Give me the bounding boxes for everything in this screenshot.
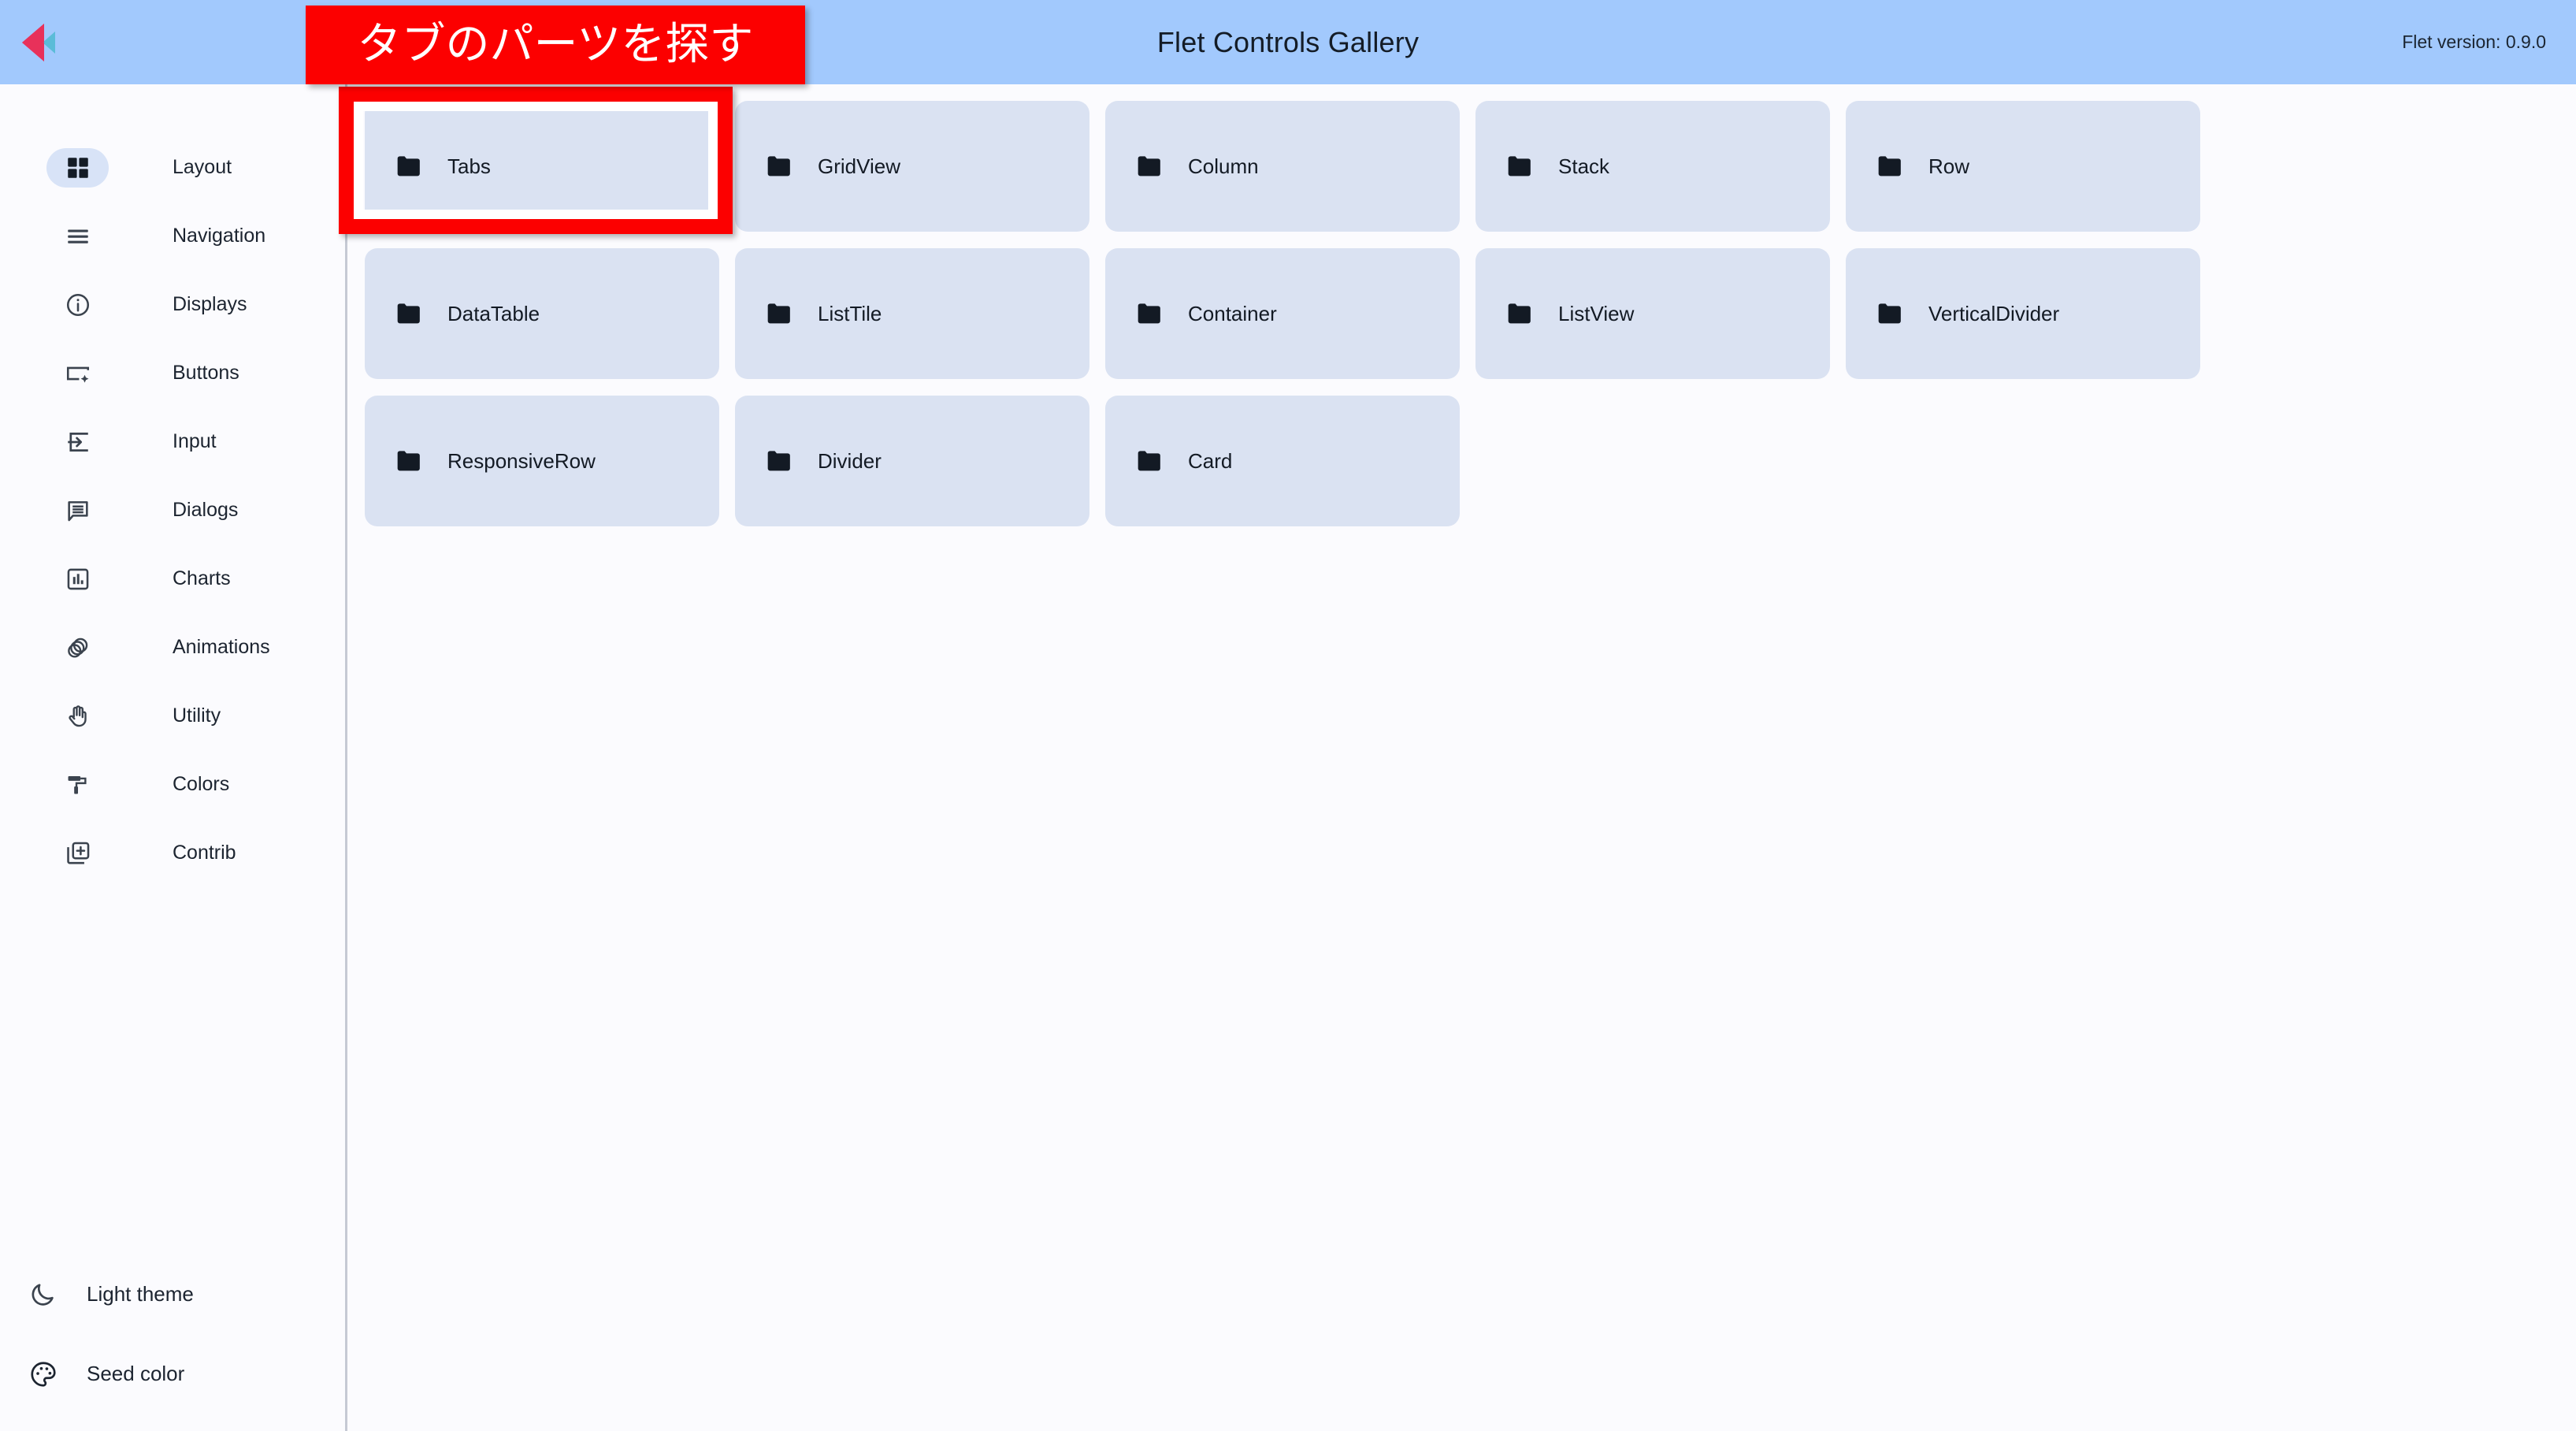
sidebar-item-input[interactable]: Input (0, 407, 345, 476)
sidebar-item-colors[interactable]: Colors (0, 750, 345, 819)
control-card-datatable[interactable]: DataTable (365, 248, 719, 379)
folder-icon (393, 298, 425, 329)
control-card-listview[interactable]: ListView (1475, 248, 1830, 379)
folder-icon (763, 298, 795, 329)
control-card-card[interactable]: Card (1105, 396, 1460, 526)
folder-icon (1134, 151, 1165, 182)
theme-toggle-button[interactable]: Light theme (0, 1254, 345, 1334)
controls-grid: Tabs GridView Column Stack Row DataTable… (365, 101, 2559, 526)
chat-bubble-icon (46, 491, 109, 530)
sidebar-item-dialogs[interactable]: Dialogs (0, 476, 345, 545)
folder-icon (1874, 151, 1906, 182)
seed-color-label: Seed color (87, 1362, 185, 1385)
control-card-divider[interactable]: Divider (735, 396, 1089, 526)
sidebar-item-label: Animations (173, 636, 270, 658)
animation-icon (46, 628, 109, 667)
sidebar-item-label: Contrib (173, 842, 236, 864)
annotation-label: タブのパーツを探す (306, 6, 805, 84)
control-card-column[interactable]: Column (1105, 101, 1460, 232)
info-circle-icon (46, 285, 109, 325)
control-card-label: VerticalDivider (1928, 301, 2060, 325)
sidebar-item-label: Layout (173, 156, 232, 178)
sidebar-item-charts[interactable]: Charts (0, 545, 345, 613)
sidebar: Layout Navigation Displays Buttons Input… (0, 84, 347, 1431)
folder-icon (763, 151, 795, 182)
input-icon (46, 422, 109, 462)
control-card-listtile[interactable]: ListTile (735, 248, 1089, 379)
control-card-row[interactable]: Row (1846, 101, 2200, 232)
pan-tool-icon (46, 697, 109, 736)
sidebar-item-label: Buttons (173, 362, 239, 384)
theme-toggle-label: Light theme (87, 1282, 194, 1306)
folder-icon (1504, 298, 1535, 329)
control-card-label: Card (1188, 448, 1233, 473)
sidebar-item-utility[interactable]: Utility (0, 682, 345, 750)
control-card-verticaldivider[interactable]: VerticalDivider (1846, 248, 2200, 379)
folder-icon (1134, 445, 1165, 477)
sidebar-item-contrib[interactable]: Contrib (0, 819, 345, 887)
palette-icon (24, 1355, 63, 1394)
sidebar-item-label: Input (173, 430, 217, 452)
control-card-label: GridView (818, 154, 901, 178)
grid-view-icon (46, 147, 109, 188)
sidebar-item-label: Navigation (173, 225, 266, 247)
sidebar-item-displays[interactable]: Displays (0, 270, 345, 339)
sidebar-item-animations[interactable]: Animations (0, 613, 345, 682)
control-card-label: ListView (1558, 301, 1635, 325)
sidebar-item-label: Colors (173, 773, 230, 795)
folder-icon (1504, 151, 1535, 182)
folder-icon (1874, 298, 1906, 329)
sidebar-item-layout[interactable]: Layout (0, 133, 345, 202)
moon-icon (24, 1275, 63, 1314)
control-card-label: Stack (1558, 154, 1610, 178)
control-card-tabs[interactable]: Tabs (365, 101, 719, 232)
main-content: Tabs GridView Column Stack Row DataTable… (347, 84, 2576, 1431)
control-card-label: ListTile (818, 301, 882, 325)
control-card-gridview[interactable]: GridView (735, 101, 1089, 232)
folder-icon (393, 151, 425, 182)
control-card-label: Tabs (447, 154, 491, 178)
control-card-label: Container (1188, 301, 1277, 325)
control-card-label: ResponsiveRow (447, 448, 596, 473)
sidebar-item-navigation[interactable]: Navigation (0, 202, 345, 270)
sidebar-item-buttons[interactable]: Buttons (0, 339, 345, 407)
sidebar-item-label: Charts (173, 567, 231, 589)
folder-icon (393, 445, 425, 477)
control-card-responsiverow[interactable]: ResponsiveRow (365, 396, 719, 526)
folder-icon (763, 445, 795, 477)
smart-button-icon (46, 354, 109, 393)
control-card-label: Divider (818, 448, 882, 473)
annotation-label-text: タブのパーツを探す (357, 19, 754, 70)
control-card-label: DataTable (447, 301, 540, 325)
folder-icon (1134, 298, 1165, 329)
version-label: Flet version: 0.9.0 (2402, 32, 2546, 52)
control-card-label: Column (1188, 154, 1259, 178)
sidebar-nav-list: Layout Navigation Displays Buttons Input… (0, 133, 345, 887)
app-root: Flet Controls Gallery Flet version: 0.9.… (0, 0, 2576, 1431)
library-add-icon (46, 834, 109, 873)
sidebar-item-label: Dialogs (173, 499, 239, 521)
control-card-container[interactable]: Container (1105, 248, 1460, 379)
sidebar-item-label: Displays (173, 293, 247, 315)
seed-color-button[interactable]: Seed color (0, 1334, 345, 1414)
format-paint-icon (46, 765, 109, 805)
sidebar-bottom-actions: Light theme Seed color (0, 1254, 345, 1414)
menu-icon (46, 217, 109, 256)
control-card-label: Row (1928, 154, 1970, 178)
bar-chart-icon (46, 559, 109, 599)
control-card-stack[interactable]: Stack (1475, 101, 1830, 232)
sidebar-item-label: Utility (173, 704, 221, 727)
